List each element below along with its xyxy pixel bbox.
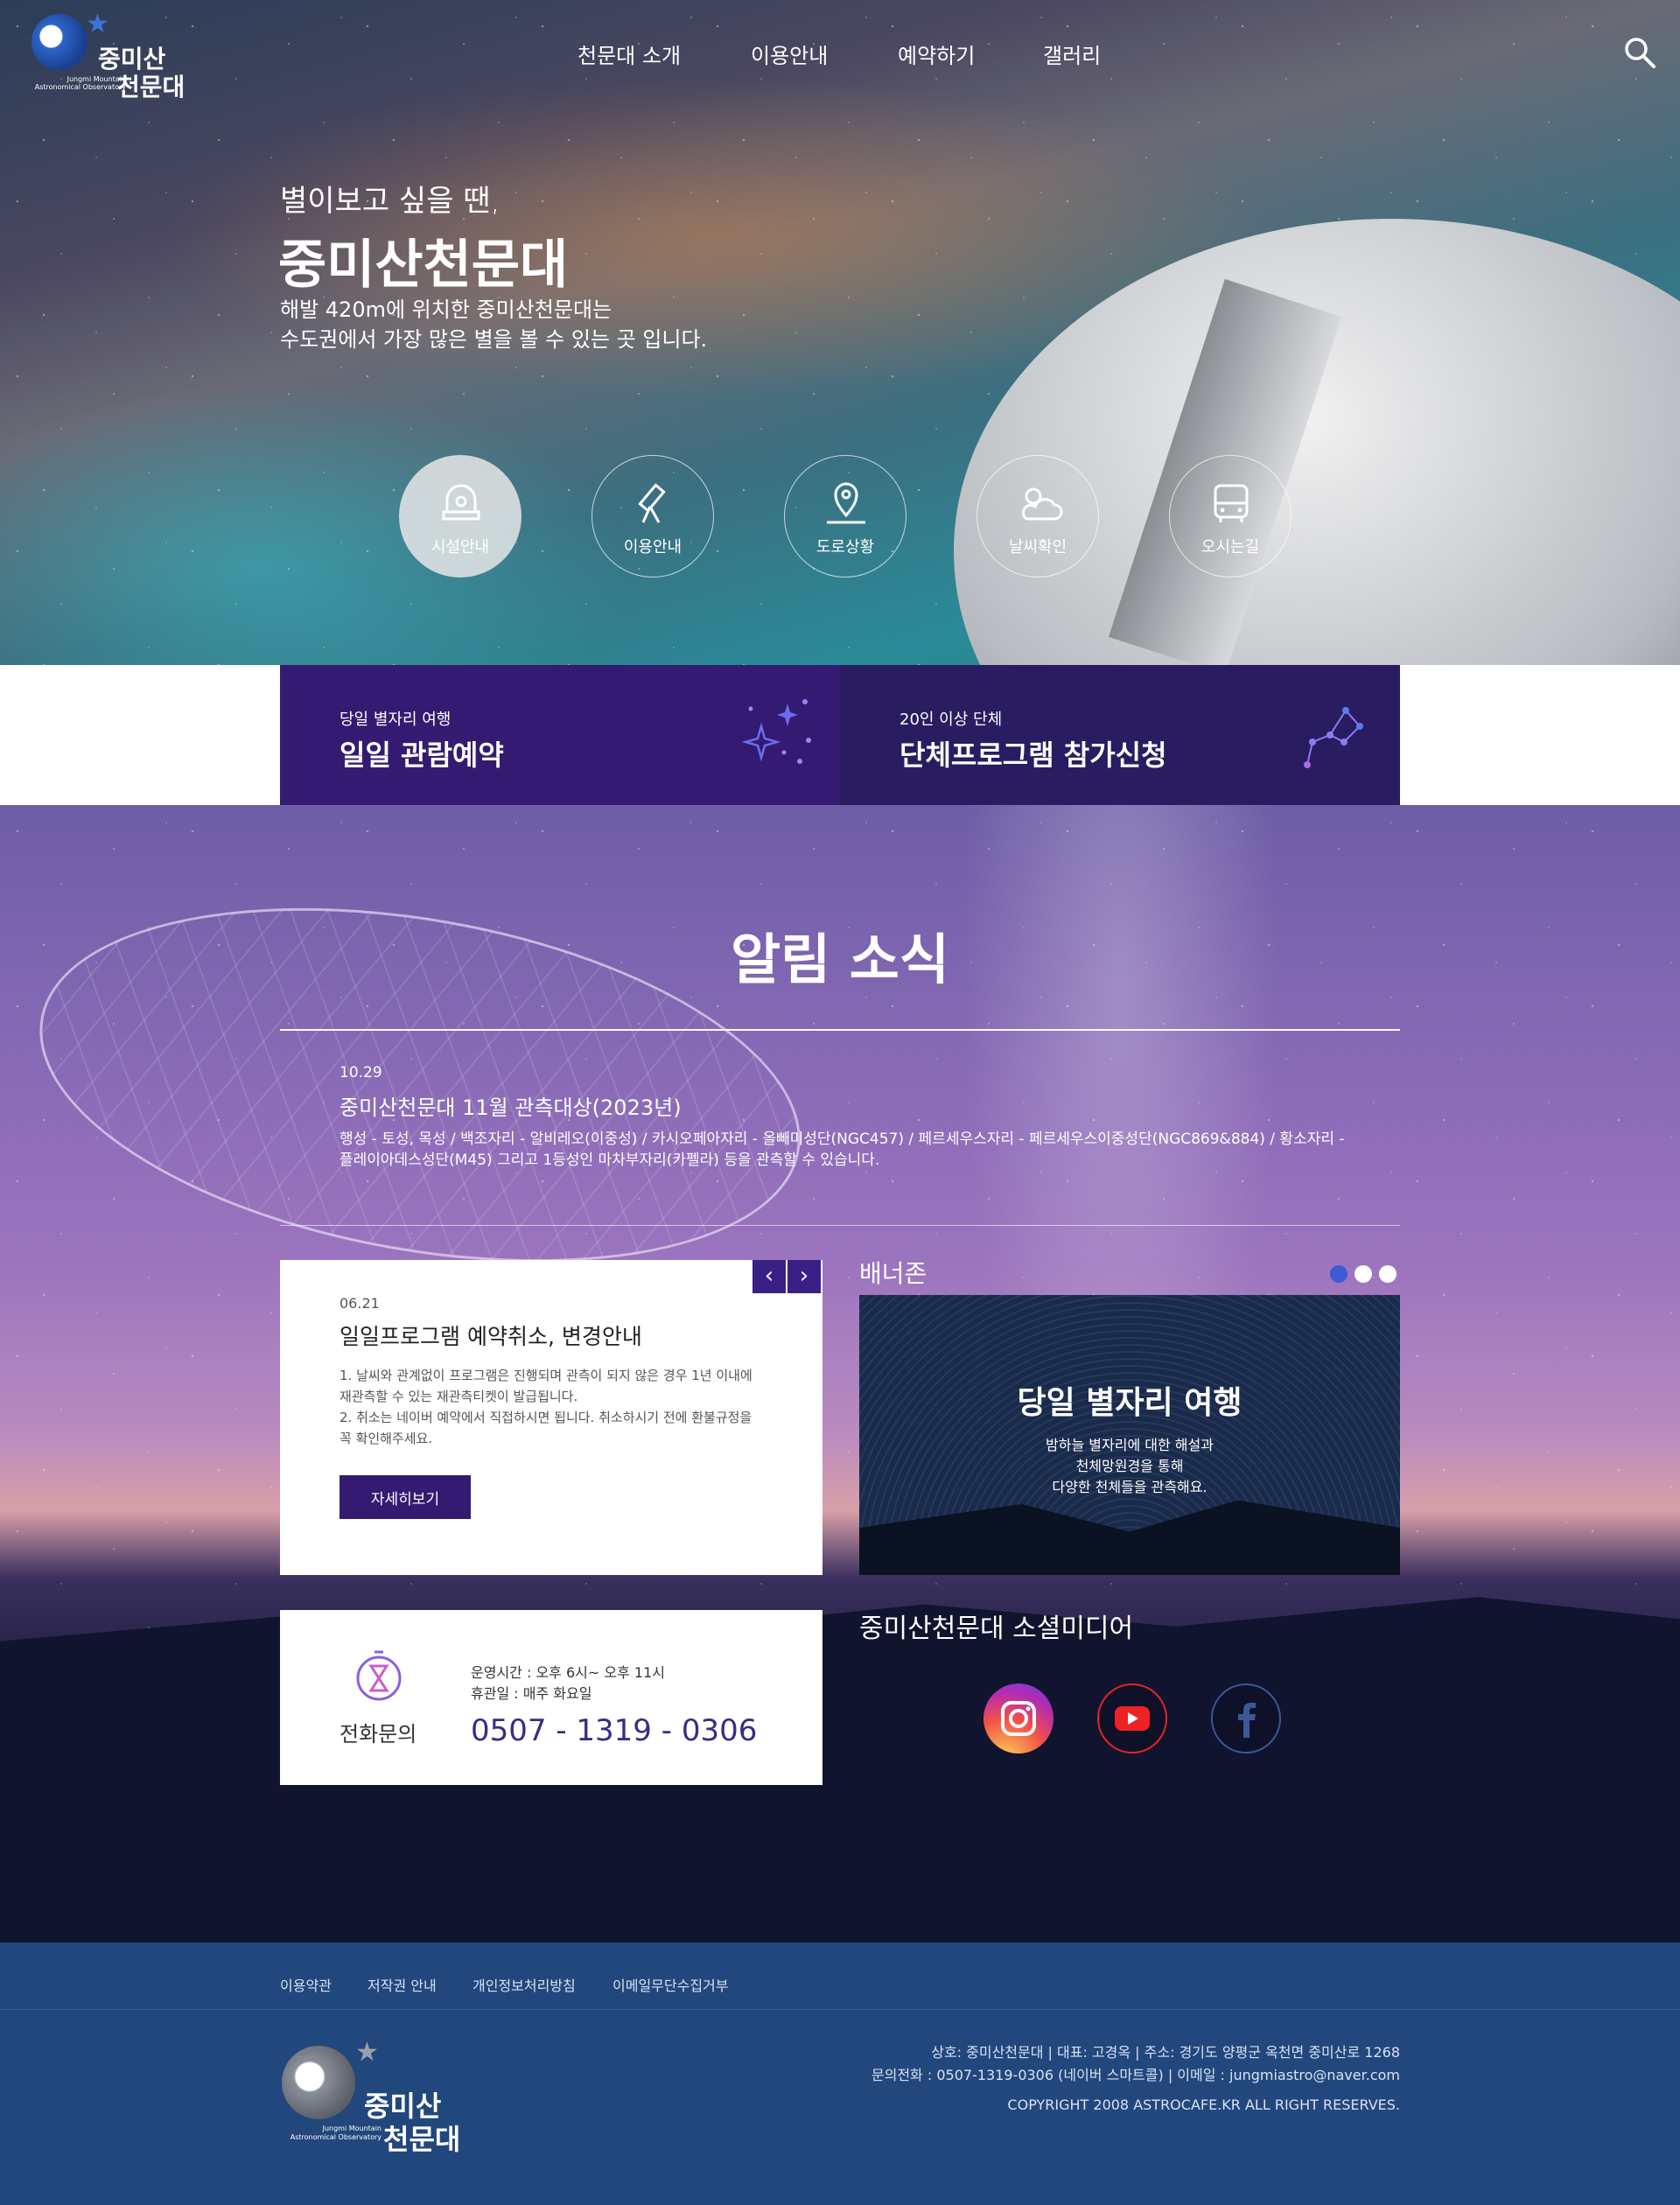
logo-star-icon: ★: [355, 2037, 379, 2068]
footer: [0, 2009, 1680, 2205]
operating-hours: 운영시간 : 오후 6시~ 오후 11시 휴관일 : 매주 화요일: [471, 1662, 665, 1704]
map-pin-road-icon: [827, 482, 865, 524]
search-icon[interactable]: [1622, 35, 1657, 70]
banner-slide[interactable]: 당일 별자리 여행 밤하늘 별자리에 대한 해설과 천체망원경을 통해 다양한 …: [859, 1295, 1400, 1575]
constellation-icon: [1304, 707, 1363, 768]
hero-title: 중미산천문대: [278, 234, 569, 296]
contact-card: 전화문의 운영시간 : 오후 6시~ 오후 11시 휴관일 : 매주 화요일 0…: [280, 1610, 822, 1785]
divider: [280, 1225, 1400, 1226]
quick-link-label: 날씨확인: [1008, 538, 1068, 556]
site-logo[interactable]: ★ 중미산 천문대 Jungmi Mountain Astronomical O…: [26, 9, 201, 102]
social-media-label: 중미산천문대 소셜미디어: [859, 1614, 1134, 1644]
footer-link-terms[interactable]: 이용약관: [280, 1974, 332, 1995]
copyright-text: COPYRIGHT 2008 ASTROCAFE.KR ALL RIGHT RE…: [1007, 2096, 1400, 2113]
banner-title: 당일 별자리 여행: [1017, 1385, 1242, 1421]
news-section-title: 알림 소식: [731, 928, 949, 991]
daily-reservation-subtitle: 당일 별자리 여행: [340, 710, 452, 729]
banner-page-dot[interactable]: [1330, 1265, 1348, 1283]
quick-link-label: 시설안내: [430, 538, 490, 556]
banner-desc-line2: 천체망원경을 통해: [1075, 1458, 1184, 1474]
quick-link-guide[interactable]: 이용안내: [592, 455, 714, 578]
clock-hourglass-icon: [356, 1650, 402, 1701]
logo-moon-icon: [32, 14, 88, 70]
phone-number-link[interactable]: 0507 - 1319 - 0306: [471, 1713, 757, 1748]
hero-section: ★ 중미산 천문대 Jungmi Mountain Astronomical O…: [0, 0, 1680, 665]
hero-description-line1: 해발 420m에 위치한 중미산천문대는: [280, 298, 612, 322]
logo-star-icon: ★: [86, 9, 109, 39]
quick-link-label: 오시는길: [1200, 538, 1260, 556]
quick-link-directions[interactable]: 오시는길: [1169, 455, 1292, 578]
telescope-icon: [638, 483, 666, 523]
banner-desc-line1: 밤하늘 별자리에 대한 해설과: [1046, 1437, 1214, 1453]
logo-moon-icon: [282, 2046, 355, 2119]
nav-guide[interactable]: 이용안내: [751, 38, 828, 69]
daily-reservation-title: 일일 관람예약: [340, 738, 504, 772]
banner-page-dot[interactable]: [1354, 1265, 1372, 1283]
details-button[interactable]: 자세히보기: [340, 1475, 471, 1519]
notice-body-line1: 1. 날씨와 관계없이 프로그램은 진행되며 관측이 되지 않은 경우 1년 이…: [340, 1368, 752, 1404]
footer-logo-english-name: Jungmi Mountain Astronomical Observatory: [290, 2124, 382, 2141]
quick-link-label: 도로상황: [816, 538, 875, 556]
youtube-icon[interactable]: [1097, 1684, 1167, 1754]
bus-icon: [1214, 484, 1249, 522]
notice-title: 일일프로그램 예약취소, 변경안내: [340, 1324, 642, 1349]
chevron-left-icon[interactable]: ‹: [752, 1260, 786, 1293]
notice-date: 06.21: [340, 1295, 380, 1312]
mountain-silhouette: [0, 1597, 1680, 1942]
contact-info: 문의전화 : 0507-1319-0306 (네이버 스마트콜) | 이메일 :…: [871, 2067, 1400, 2083]
hours-text: 운영시간 : 오후 6시~ 오후 11시: [471, 1664, 665, 1681]
contact-label: 전화문의: [340, 1722, 417, 1746]
notice-body: 1. 날씨와 관계없이 프로그램은 진행되며 관측이 되지 않은 경우 1년 이…: [340, 1365, 760, 1449]
quick-link-facility[interactable]: 시설안내: [399, 455, 522, 578]
divider: [280, 1029, 1400, 1031]
quick-link-label: 이용안내: [623, 538, 682, 556]
observatory-icon: [442, 484, 480, 521]
group-program-title: 단체프로그램 참가신청: [900, 738, 1167, 772]
footer-link-privacy[interactable]: 개인정보처리방침: [472, 1974, 576, 1995]
sun-cloud-icon: [1021, 487, 1063, 521]
banner-landscape: [859, 1500, 1400, 1575]
quick-link-weather[interactable]: 날씨확인: [976, 455, 1099, 578]
nav-reserve[interactable]: 예약하기: [898, 38, 975, 69]
news-body: 행성 - 토성, 목성 / 백조자리 - 알비레오(이중성) / 카시오페아자리…: [340, 1130, 1345, 1169]
quick-link-road[interactable]: 도로상황: [784, 455, 906, 578]
hero-description-line2: 수도권에서 가장 많은 별을 볼 수 있는 곳 입니다.: [280, 327, 708, 352]
instagram-icon[interactable]: [984, 1684, 1054, 1754]
news-headline-link[interactable]: 중미산천문대 11월 관측대상(2023년): [340, 1090, 682, 1121]
logo-name-line2: 천문대: [117, 73, 186, 102]
footer-link-copyright[interactable]: 저작권 안내: [368, 1974, 437, 1995]
footer-logo: ★ 중미산 천문대 Jungmi Mountain Astronomical O…: [280, 2037, 490, 2160]
footer-link-email-policy[interactable]: 이메일무단수집거부: [612, 1974, 728, 1995]
sparkle-stars-icon: [741, 699, 811, 764]
notice-body-line2: 2. 취소는 네이버 예약에서 직접하시면 됩니다. 취소하시기 전에 환불규정…: [340, 1410, 752, 1446]
hero-tagline: 별이보고 싶을 땐,: [280, 184, 500, 219]
news-date: 10.29: [340, 1064, 382, 1082]
nav-about[interactable]: 천문대 소개: [578, 38, 681, 69]
closed-day-text: 휴관일 : 매주 화요일: [471, 1685, 592, 1702]
facebook-icon[interactable]: [1211, 1684, 1281, 1754]
footer-links-bar: [0, 1942, 1680, 2009]
group-program-button[interactable]: 20인 이상 단체 단체프로그램 참가신청: [840, 665, 1400, 805]
banner-description: 밤하늘 별자리에 대한 해설과 천체망원경을 통해 다양한 천체들을 관측해요.: [859, 1435, 1400, 1498]
news-section: 알림 소식 10.29 중미산천문대 11월 관측대상(2023년) 행성 - …: [0, 805, 1680, 1942]
footer-logo-name-line2: 천문대: [383, 2123, 461, 2156]
logo-english-name: Jungmi Mountain Astronomical Observatory: [34, 75, 126, 91]
banner-desc-line3: 다양한 천체들을 관측해요.: [1052, 1479, 1208, 1495]
notice-card: 06.21 일일프로그램 예약취소, 변경안내 1. 날씨와 관계없이 프로그램…: [280, 1260, 822, 1575]
daily-reservation-button[interactable]: 당일 별자리 여행 일일 관람예약: [280, 665, 840, 805]
company-info: 상호: 중미산천문대 | 대표: 고경옥 | 주소: 경기도 양평군 옥천면 중…: [931, 2044, 1400, 2061]
chevron-right-icon[interactable]: ›: [788, 1260, 821, 1293]
banner-page-dot[interactable]: [1379, 1265, 1396, 1283]
group-program-subtitle: 20인 이상 단체: [900, 710, 1003, 729]
nav-gallery[interactable]: 갤러리: [1043, 38, 1101, 69]
banner-zone-label: 배너존: [859, 1259, 928, 1288]
